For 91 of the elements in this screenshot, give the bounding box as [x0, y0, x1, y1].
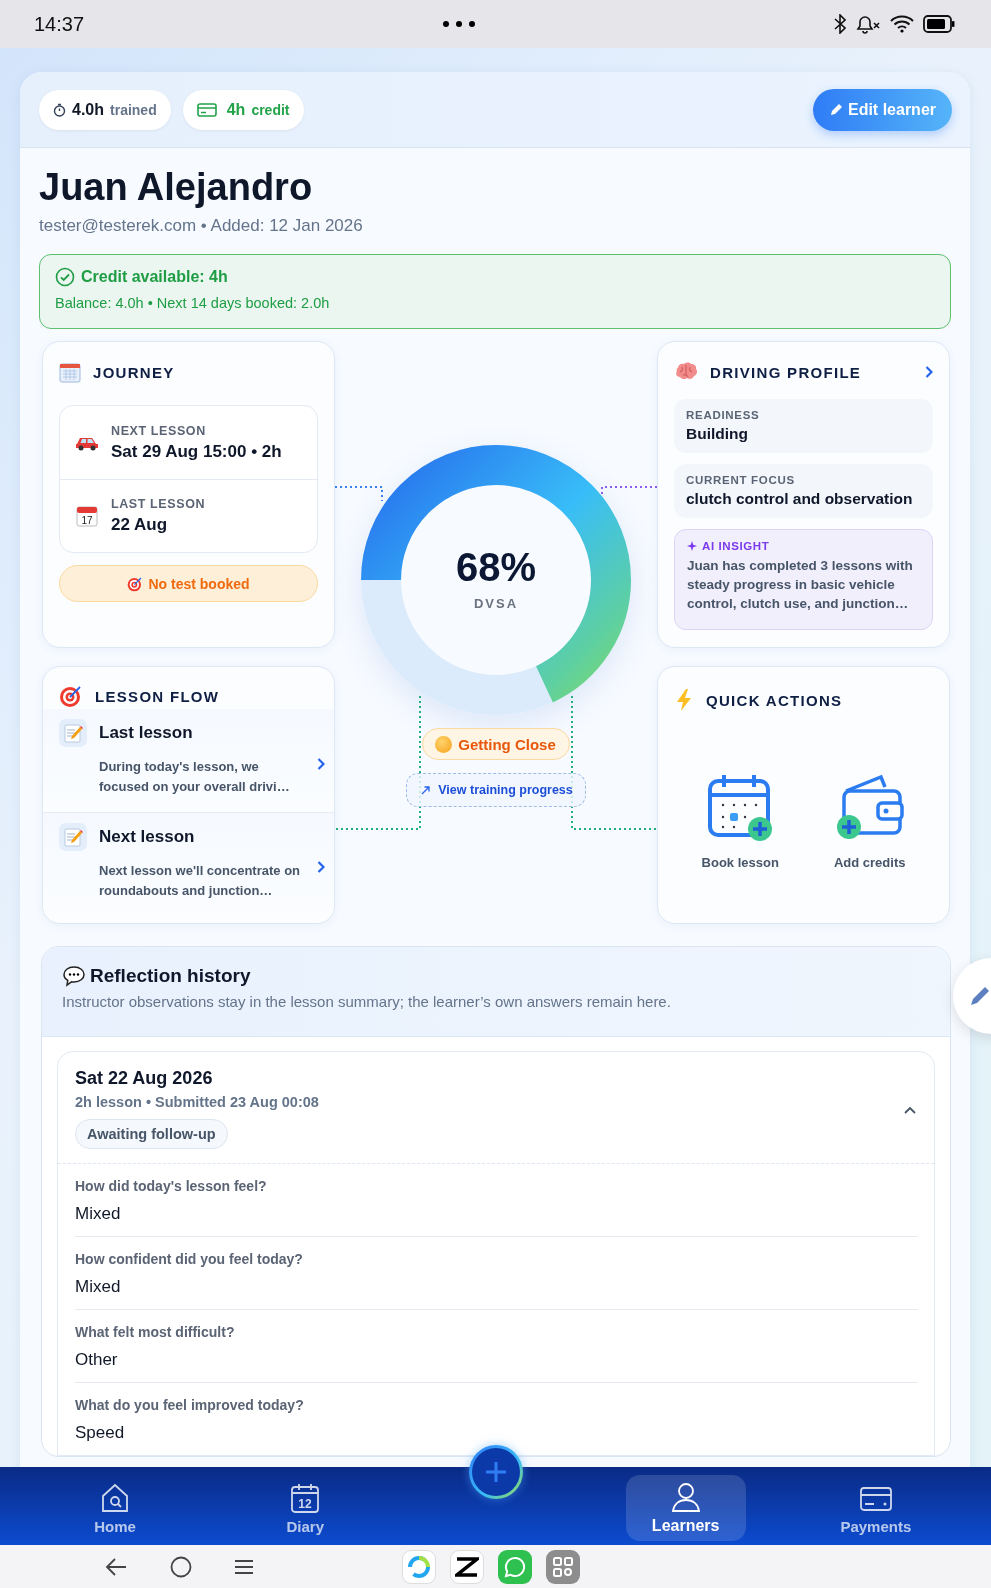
- sparkle-icon: [687, 541, 697, 551]
- calendar-date-icon: 17: [75, 505, 98, 527]
- plus-icon: [483, 1460, 508, 1484]
- target-icon: [127, 575, 144, 592]
- status-text: Getting Close: [458, 735, 556, 753]
- person-icon: [670, 1481, 701, 1513]
- memo-pencil-icon: [59, 719, 87, 747]
- menu-icon[interactable]: [234, 1558, 254, 1575]
- edit-learner-button[interactable]: Edit learner: [812, 88, 952, 131]
- brain-icon: [674, 362, 698, 382]
- quick-action-button[interactable]: Book lesson: [701, 773, 779, 870]
- answer-text: Mixed: [75, 1204, 122, 1224]
- answer-text: Mixed: [75, 1277, 122, 1297]
- quick-action-button[interactable]: Add credits: [833, 773, 906, 870]
- status-badge: Awaiting follow-up: [75, 1119, 228, 1149]
- section-title: Reflection history: [90, 965, 251, 987]
- ring-app-icon[interactable]: [402, 1549, 436, 1584]
- learner-subtitle: tester@testerek.com • Added: 12 Jan 2026: [39, 216, 363, 236]
- more-dots-icon[interactable]: [442, 20, 477, 28]
- nav-tab[interactable]: Payments: [815, 1475, 936, 1541]
- calendar-plus-icon: [707, 773, 774, 841]
- check-circle-icon: [55, 267, 75, 287]
- card-title: DRIVING PROFILE: [710, 363, 862, 381]
- status-dot-icon: [435, 735, 453, 753]
- entry-date: Sat 22 Aug 2026: [75, 1068, 214, 1089]
- hours-label: trained: [110, 101, 157, 118]
- muted-bell-icon: [855, 14, 881, 34]
- view-progress-button[interactable]: View training progress: [406, 773, 586, 807]
- lesson-summary: Next lesson we'll concentrate on roundabouts and junction…: [99, 862, 302, 900]
- field-value: Building: [686, 425, 749, 443]
- home-circle-icon[interactable]: [170, 1555, 192, 1578]
- lesson-title: Last lesson: [99, 723, 194, 743]
- memo-pencil-icon: [59, 823, 87, 851]
- bluetooth-icon: [834, 14, 846, 34]
- field-label: CURRENT FOCUS: [686, 474, 796, 486]
- lesson-label: NEXT LESSON: [111, 423, 207, 438]
- battery-icon: [923, 15, 955, 33]
- pencil-icon: [969, 985, 991, 1007]
- stopwatch-icon: [53, 102, 66, 117]
- credit-notice-detail: Balance: 4.0h • Next 14 days booked: 2.0h: [55, 295, 330, 311]
- entry-meta: 2h lesson • Submitted 23 Aug 00:08: [75, 1094, 320, 1110]
- field-value: clutch control and observation: [686, 490, 914, 508]
- question-text: What do you feel improved today?: [75, 1397, 305, 1413]
- target-icon: [59, 684, 83, 708]
- lesson-title: Next lesson: [99, 827, 196, 847]
- lightning-icon: [674, 688, 694, 712]
- section-subtitle: Instructor observations stay in the lesson summary; the learner’s own answers remain here.: [62, 993, 672, 1010]
- nav-tab[interactable]: Learners: [625, 1475, 746, 1541]
- progress-percent: 68%: [455, 545, 537, 590]
- credit-notice-title: Credit available: 4h: [81, 268, 228, 286]
- hours-value: 4.0h: [72, 100, 104, 119]
- wallet-plus-icon: [835, 773, 904, 841]
- question-text: How did today's lesson feel?: [75, 1178, 268, 1194]
- lesson-flow-item[interactable]: Last lesson During today's lesson, we focused on your overall drivi…: [43, 709, 334, 812]
- lesson-label: LAST LESSON: [111, 497, 206, 511]
- chevron-right-icon: [317, 756, 325, 771]
- chevron-right-icon: [925, 365, 933, 379]
- field-label: READINESS: [686, 409, 761, 421]
- credit-label: credit: [251, 101, 290, 118]
- arrow-up-right-icon: [421, 785, 431, 795]
- lesson-summary: During today's lesson, we focused on your overall drivi…: [99, 758, 291, 796]
- calendar-icon: [59, 361, 81, 383]
- credit-card-icon: [196, 102, 217, 117]
- lesson-date: 22 Aug: [111, 515, 169, 535]
- back-icon[interactable]: [104, 1556, 128, 1577]
- answer-text: Speed: [75, 1423, 126, 1443]
- connector-line: [335, 486, 383, 502]
- pencil-icon: [828, 102, 844, 117]
- answer-text: Other: [75, 1350, 119, 1370]
- open-profile-link[interactable]: [925, 365, 933, 379]
- speech-bubble-icon: [62, 965, 86, 987]
- home-icon: [100, 1481, 131, 1514]
- question-text: How confident did you feel today?: [75, 1251, 304, 1267]
- wifi-icon: [890, 15, 914, 33]
- lesson-flow-item[interactable]: Next lesson Next lesson we'll concentrate on roundabouts and junction…: [43, 812, 334, 915]
- nav-tab[interactable]: 12 Diary: [245, 1475, 366, 1541]
- question-text: What felt most difficult?: [75, 1324, 236, 1340]
- chevron-up-icon: [904, 1106, 916, 1114]
- insight-label: AI INSIGHT: [702, 540, 770, 552]
- credit-value: 4h: [226, 100, 246, 119]
- progress-label: DVSA: [473, 596, 519, 611]
- card-title: LESSON FLOW: [95, 687, 220, 705]
- lesson-date: Sat 29 Aug 15:00 • 2h: [111, 441, 282, 462]
- card-title: QUICK ACTIONS: [706, 691, 843, 709]
- card-title: JOURNEY: [93, 363, 175, 381]
- chevron-right-icon: [317, 860, 325, 874]
- learner-name: Juan Alejandro: [39, 165, 313, 210]
- insight-text: Juan has completed 3 lessons with steady progress in basic vehicle control, clutch use, and junction…: [687, 557, 914, 613]
- nav-tab[interactable]: Home: [55, 1475, 176, 1541]
- app-grid-icon[interactable]: [546, 1549, 580, 1584]
- status-time: 14:37: [34, 12, 85, 36]
